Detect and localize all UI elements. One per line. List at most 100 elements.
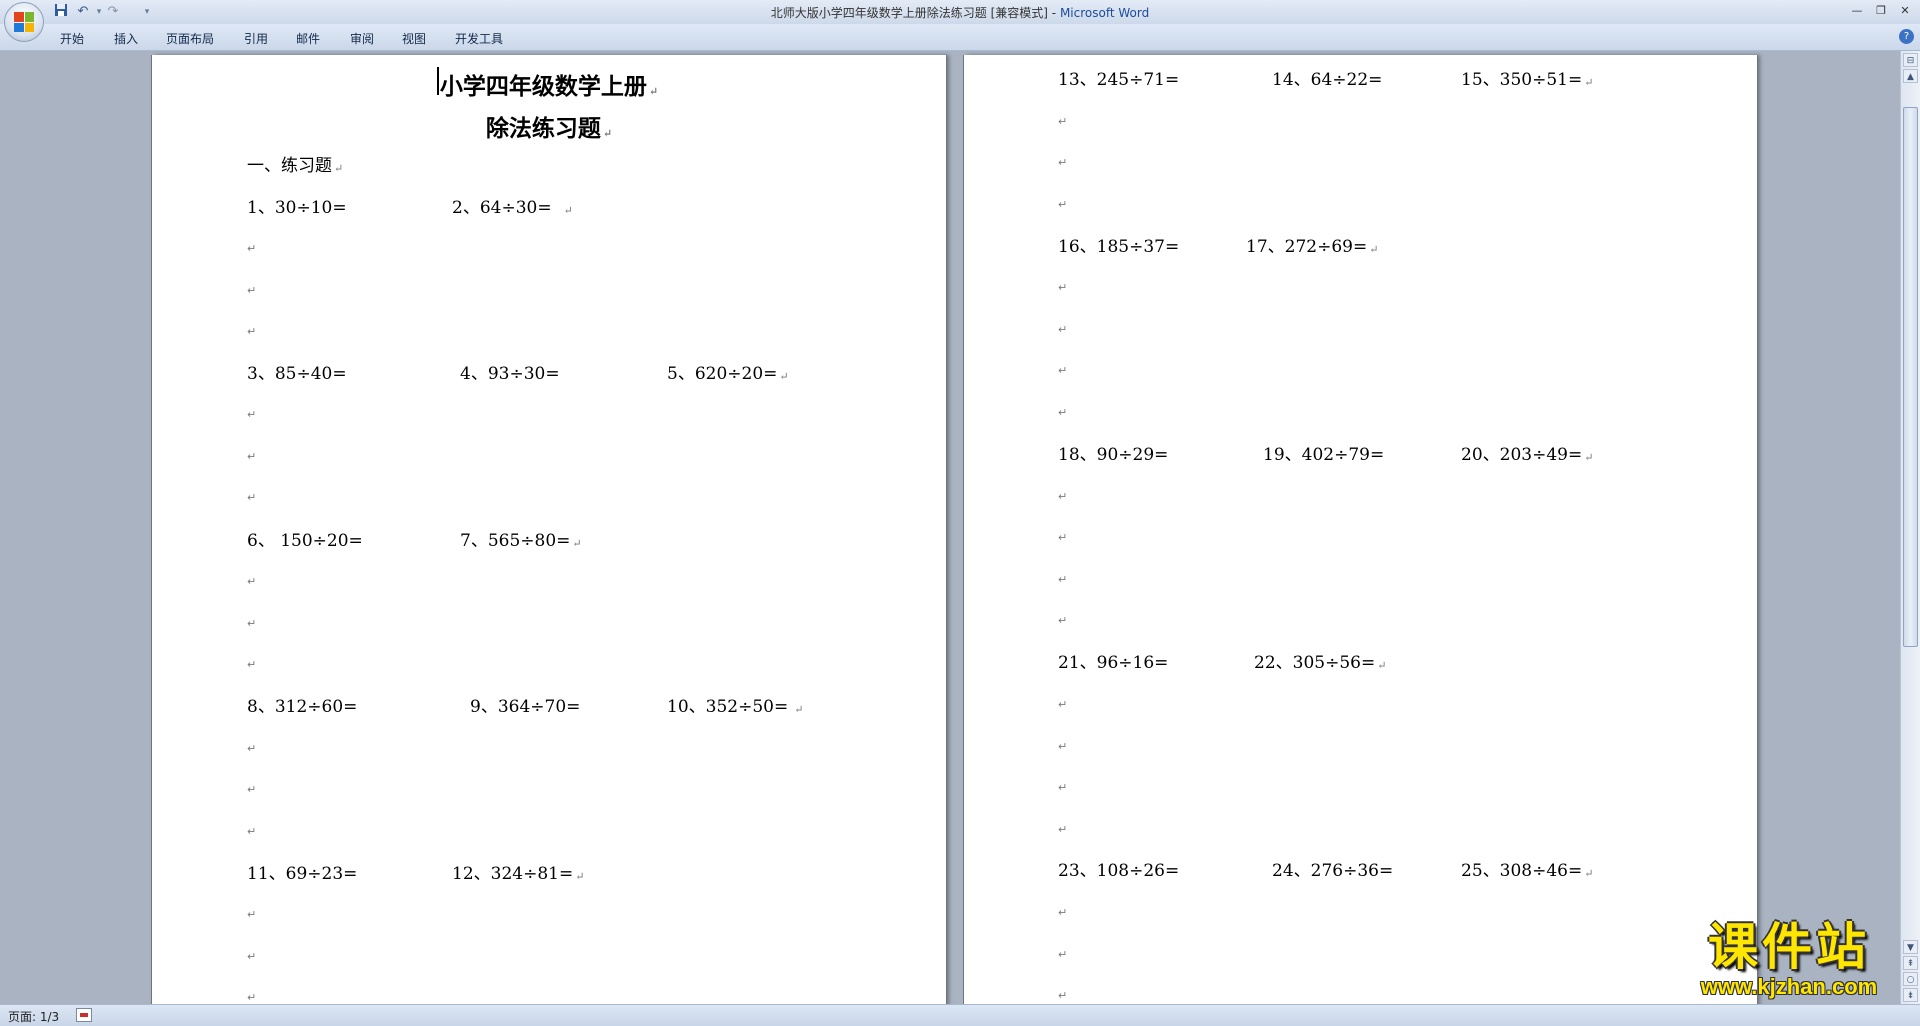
- tab-page-layout[interactable]: 页面布局: [166, 30, 214, 47]
- paragraph-mark: ↵: [247, 284, 257, 297]
- paragraph-mark: ↵: [1369, 243, 1379, 256]
- restore-icon[interactable]: ❐: [1870, 3, 1892, 19]
- paragraph-mark: ↵: [247, 742, 257, 755]
- problem-20[interactable]: 20、203÷49= ↵: [1461, 440, 1593, 465]
- window-title-sep: -: [1047, 6, 1060, 20]
- section-heading[interactable]: 一、练习题 ↵: [247, 151, 343, 176]
- paragraph-mark: ↵: [1377, 659, 1387, 672]
- problem-24[interactable]: 24、276÷36=: [1272, 856, 1393, 881]
- status-page-count[interactable]: 页面: 1/3: [8, 1008, 59, 1025]
- problem-15-text: 15、350÷51=: [1461, 70, 1583, 90]
- window-title-app: Microsoft Word: [1059, 6, 1150, 20]
- paragraph-mark: ↵: [648, 85, 659, 98]
- problem-15[interactable]: 15、350÷51= ↵: [1461, 65, 1593, 90]
- document-subtitle[interactable]: 除法练习题 ↵: [152, 109, 946, 143]
- save-icon[interactable]: [52, 3, 70, 21]
- problem-2[interactable]: 2、64÷30= ↵: [452, 193, 573, 218]
- paragraph-mark: ↵: [1058, 281, 1068, 294]
- problem-17[interactable]: 17、272÷69= ↵: [1246, 232, 1378, 257]
- paragraph-mark: ↵: [247, 408, 257, 421]
- problem-17-text: 17、272÷69=: [1246, 237, 1368, 257]
- problem-18[interactable]: 18、90÷29=: [1058, 440, 1168, 465]
- status-bar: 页面: 1/3: [0, 1004, 1920, 1026]
- paragraph-mark: ↵: [247, 242, 257, 255]
- paragraph-mark: ↵: [1058, 490, 1068, 503]
- scroll-up-icon[interactable]: ▲: [1903, 69, 1918, 83]
- paragraph-mark: ↵: [1058, 323, 1068, 336]
- customize-toolbar-icon[interactable]: ▾: [138, 3, 156, 21]
- office-button[interactable]: [4, 2, 44, 42]
- office-logo-icon: [14, 12, 34, 32]
- problem-16[interactable]: 16、185÷37=: [1058, 232, 1179, 257]
- paragraph-mark: ↵: [1058, 573, 1068, 586]
- paragraph-mark: ↵: [247, 658, 257, 671]
- minimize-icon[interactable]: —: [1846, 3, 1868, 19]
- tab-developer[interactable]: 开发工具: [455, 30, 503, 47]
- problem-25[interactable]: 25、308÷46= ↵: [1461, 856, 1593, 881]
- paragraph-mark: ↵: [247, 783, 257, 796]
- problem-22[interactable]: 22、305÷56= ↵: [1254, 648, 1386, 673]
- watermark-url: www.kjzhan.com: [1700, 974, 1878, 999]
- problem-7[interactable]: 7、565÷80= ↵: [460, 526, 582, 551]
- window-title-doc: 北师大版小学四年级数学上册除法练习题 [兼容模式]: [770, 6, 1048, 20]
- problem-19[interactable]: 19、402÷79=: [1263, 440, 1384, 465]
- problem-12-text: 12、324÷81=: [452, 864, 574, 884]
- help-icon[interactable]: ?: [1899, 29, 1914, 44]
- tab-insert[interactable]: 插入: [114, 30, 138, 47]
- document-workspace: 小学四年级数学上册 ↵ 除法练习题 ↵ 一、练习题 ↵ 1、30÷10= 2、64÷3…: [0, 51, 1900, 1004]
- vertical-scrollbar[interactable]: ⊟ ▲ ▼ ⇞ ○ ⇟: [1900, 51, 1920, 1004]
- problem-10-text: 10、352÷50=: [667, 697, 789, 717]
- problem-11[interactable]: 11、69÷23=: [247, 859, 357, 884]
- paragraph-mark: ↵: [1058, 406, 1068, 419]
- document-page-1[interactable]: 小学四年级数学上册 ↵ 除法练习题 ↵ 一、练习题 ↵ 1、30÷10= 2、64÷3…: [152, 55, 946, 1004]
- problem-10[interactable]: 10、352÷50= ↵: [667, 692, 803, 717]
- paragraph-mark: ↵: [1058, 906, 1068, 919]
- tab-view[interactable]: 视图: [402, 30, 426, 47]
- problem-21[interactable]: 21、96÷16=: [1058, 648, 1168, 673]
- tab-review[interactable]: 审阅: [350, 30, 374, 47]
- problem-14[interactable]: 14、64÷22=: [1272, 65, 1382, 90]
- site-watermark: 课件站 www.kjzhan.com: [1664, 920, 1914, 1004]
- paragraph-mark: ↵: [1058, 115, 1068, 128]
- paragraph-mark: ↵: [1058, 740, 1068, 753]
- ruler-toggle-icon[interactable]: ⊟: [1903, 53, 1918, 67]
- paragraph-mark: ↵: [1584, 76, 1594, 89]
- paragraph-mark: ↵: [1058, 989, 1068, 1002]
- problem-4[interactable]: 4、93÷30=: [460, 359, 560, 384]
- document-title[interactable]: 小学四年级数学上册 ↵: [152, 67, 946, 101]
- redo-icon[interactable]: ↷: [104, 3, 122, 21]
- paragraph-mark: ↵: [1058, 364, 1068, 377]
- problem-8[interactable]: 8、312÷60=: [247, 692, 357, 717]
- paragraph-mark: ↵: [247, 950, 257, 963]
- document-title-text: 小学四年级数学上册: [439, 73, 647, 100]
- paragraph-mark: ↵: [572, 537, 582, 550]
- paragraph-mark: ↵: [1058, 698, 1068, 711]
- close-icon[interactable]: ✕: [1894, 3, 1916, 19]
- problem-5[interactable]: 5、620÷20= ↵: [667, 359, 789, 384]
- problem-5-text: 5、620÷20=: [667, 364, 778, 384]
- scrollbar-thumb[interactable]: [1903, 107, 1918, 647]
- problem-9[interactable]: 9、364÷70=: [470, 692, 580, 717]
- paragraph-mark: ↵: [1058, 531, 1068, 544]
- problem-13[interactable]: 13、245÷71=: [1058, 65, 1179, 90]
- paragraph-mark: ↵: [334, 162, 344, 175]
- problem-3[interactable]: 3、85÷40=: [247, 359, 347, 384]
- ribbon-tabs: 开始 插入 页面布局 引用 邮件 审阅 视图 开发工具 ?: [0, 24, 1920, 51]
- document-subtitle-text: 除法练习题: [485, 115, 601, 142]
- document-page-2[interactable]: 13、245÷71= 14、64÷22= 15、350÷51= ↵ ↵ ↵ ↵ 1…: [964, 55, 1757, 1004]
- paragraph-mark: ↵: [247, 491, 257, 504]
- tab-references[interactable]: 引用: [244, 30, 268, 47]
- problem-12[interactable]: 12、324÷81= ↵: [452, 859, 584, 884]
- problem-6[interactable]: 6、 150÷20=: [247, 526, 363, 551]
- problem-1[interactable]: 1、30÷10=: [247, 193, 347, 218]
- paragraph-mark: ↵: [247, 908, 257, 921]
- tab-mailings[interactable]: 邮件: [296, 30, 320, 47]
- problem-23[interactable]: 23、108÷26=: [1058, 856, 1179, 881]
- tab-home[interactable]: 开始: [60, 30, 84, 47]
- paragraph-mark: ↵: [1058, 198, 1068, 211]
- paragraph-mark: ↵: [247, 575, 257, 588]
- section-heading-text: 一、练习题: [247, 156, 332, 176]
- watermark-title: 课件站: [1708, 918, 1870, 976]
- proofing-status-icon[interactable]: [76, 1008, 92, 1022]
- paragraph-mark: ↵: [247, 617, 257, 630]
